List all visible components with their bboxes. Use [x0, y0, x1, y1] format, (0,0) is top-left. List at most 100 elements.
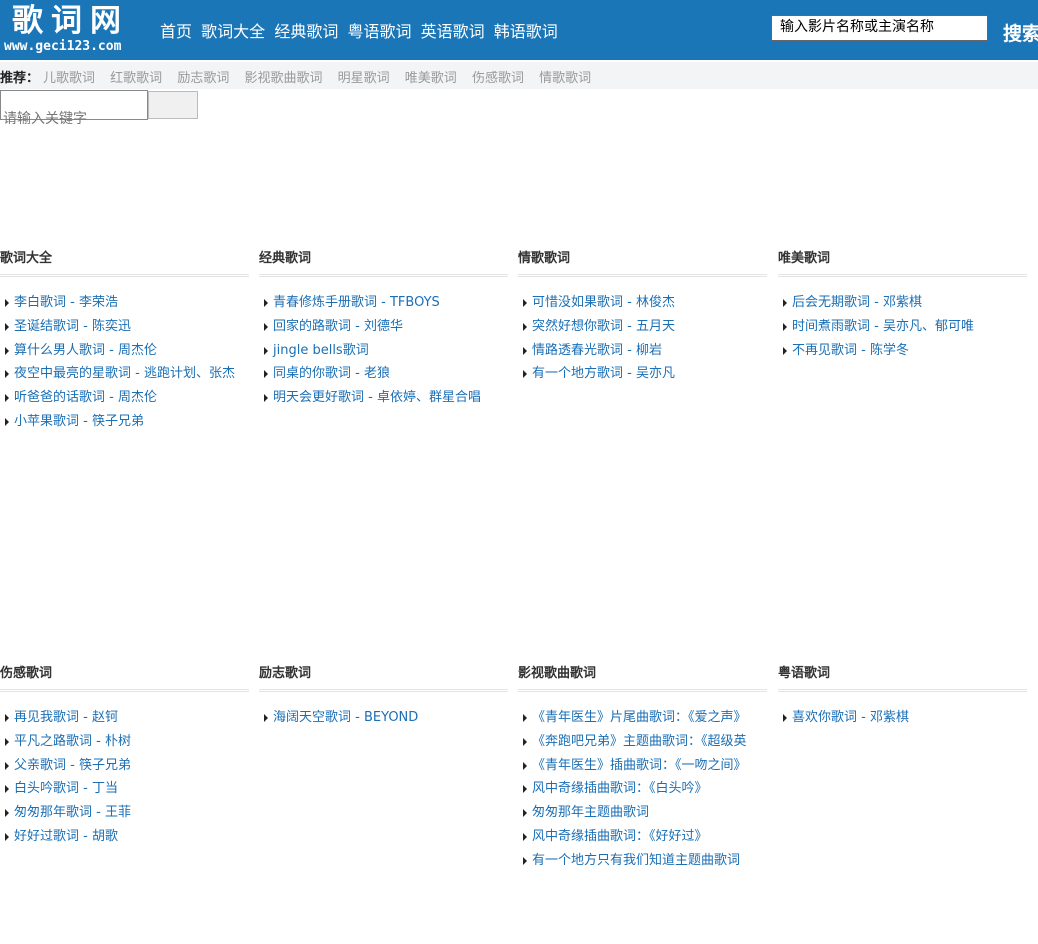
section-list: 《青年医生》片尾曲歌词：《爱之声》 《奔跑吧兄弟》主题曲歌词：《超级英 《青年医生》…	[518, 692, 767, 873]
bullet-arrow-icon	[523, 761, 527, 770]
bullet-arrow-icon	[5, 394, 9, 403]
lyrics-link[interactable]: 匆匆那年主题曲歌词	[532, 805, 649, 820]
logo-url: www.geci123.com	[4, 39, 122, 54]
recommend-link[interactable]: 儿歌歌词	[43, 71, 95, 86]
list-item: 小苹果歌词 - 筷子兄弟	[0, 410, 249, 434]
lyrics-link[interactable]: 算什么男人歌词 - 周杰伦	[14, 343, 157, 358]
keyword-search-button[interactable]	[148, 91, 198, 119]
bullet-arrow-icon	[264, 394, 268, 403]
nav-classic-lyrics[interactable]: 经典歌词	[274, 22, 338, 41]
lyrics-link[interactable]: jingle bells歌词	[273, 343, 369, 358]
lyrics-link[interactable]: 有一个地方只有我们知道主题曲歌词	[532, 853, 740, 868]
list-item: 好好过歌词 - 胡歌	[0, 825, 249, 849]
recommend-link[interactable]: 唯美歌词	[405, 71, 457, 86]
list-item: 情路透春光歌词 - 柳岩	[518, 339, 767, 363]
lyrics-link[interactable]: 青春修炼手册歌词 - TFBOYS	[273, 295, 440, 310]
lyrics-link[interactable]: 后会无期歌词 - 邓紫棋	[792, 295, 922, 310]
keyword-placeholder: 请输入关键字	[3, 111, 87, 127]
lyrics-link[interactable]: 听爸爸的话歌词 - 周杰伦	[14, 390, 157, 405]
bullet-arrow-icon	[523, 370, 527, 379]
section-title: 唯美歌词	[778, 250, 1027, 277]
recommend-link[interactable]: 影视歌曲歌词	[244, 71, 322, 86]
bullet-arrow-icon	[5, 809, 9, 818]
bullet-arrow-icon	[523, 322, 527, 331]
bullet-arrow-icon	[783, 346, 787, 355]
recommend-bar: 推荐： 儿歌歌词 红歌歌词 励志歌词 影视歌曲歌词 明星歌词 唯美歌词 伤感歌词…	[0, 62, 1038, 89]
lyrics-link[interactable]: 圣诞结歌词 - 陈奕迅	[14, 319, 131, 334]
list-item: 有一个地方歌词 - 吴亦凡	[518, 362, 767, 386]
bullet-arrow-icon	[523, 299, 527, 307]
movie-search-input[interactable]: 输入影片名称或主演名称	[771, 15, 988, 41]
bullet-arrow-icon	[5, 761, 9, 770]
lyrics-link[interactable]: 可惜没如果歌词 - 林俊杰	[532, 295, 675, 310]
lyrics-link[interactable]: 喜欢你歌词 - 邓紫棋	[792, 710, 909, 725]
lyrics-link[interactable]: 时间煮雨歌词 - 吴亦凡、郁可唯	[792, 319, 974, 334]
section-list: 后会无期歌词 - 邓紫棋时间煮雨歌词 - 吴亦凡、郁可唯 不再见歌词 - 陈学冬	[778, 277, 1027, 362]
bullet-arrow-icon	[783, 322, 787, 331]
lyrics-link[interactable]: 情路透春光歌词 - 柳岩	[532, 343, 662, 358]
bullet-arrow-icon	[783, 714, 787, 722]
recommend-link[interactable]: 伤感歌词	[472, 71, 524, 86]
lyrics-link[interactable]: 白头吟歌词 - 丁当	[14, 781, 118, 796]
lyrics-link[interactable]: 海阔天空歌词 - BEYOND	[273, 710, 418, 725]
bullet-arrow-icon	[523, 785, 527, 794]
list-item: 圣诞结歌词 - 陈奕迅	[0, 315, 249, 339]
lyrics-link[interactable]: 《奔跑吧兄弟》主题曲歌词：《超级英	[532, 734, 747, 749]
bullet-arrow-icon	[523, 714, 527, 722]
section-love-songs: 情歌歌词 可惜没如果歌词 - 林俊杰 突然好想你歌词 - 五月天 情路透春光歌词 - …	[518, 250, 767, 386]
lyrics-link[interactable]: 有一个地方歌词 - 吴亦凡	[532, 366, 675, 381]
lyrics-link[interactable]: 再见我歌词 - 赵钶	[14, 710, 118, 725]
section-list: 可惜没如果歌词 - 林俊杰 突然好想你歌词 - 五月天 情路透春光歌词 - 柳岩 有一…	[518, 277, 767, 386]
bullet-arrow-icon	[5, 832, 9, 841]
lyrics-link[interactable]: 李白歌词 - 李荣浩	[14, 295, 118, 310]
recommend-label: 推荐：	[0, 71, 40, 86]
lyrics-link[interactable]: 风中奇缘插曲歌词：《好好过》	[532, 829, 708, 844]
lyrics-link[interactable]: 突然好想你歌词 - 五月天	[532, 319, 675, 334]
recommend-link[interactable]: 励志歌词	[177, 71, 229, 86]
recommend-link[interactable]: 明星歌词	[338, 71, 390, 86]
bullet-arrow-icon	[523, 346, 527, 355]
lyrics-link[interactable]: 《青年医生》插曲歌词：《一吻之间》	[532, 758, 747, 773]
lyrics-link[interactable]: 匆匆那年歌词 - 王菲	[14, 805, 131, 820]
list-item: 喜欢你歌词 - 邓紫棋	[778, 706, 1027, 730]
list-item: 再见我歌词 - 赵钶	[0, 706, 249, 730]
list-item: 李白歌词 - 李荣浩	[0, 291, 249, 315]
section-list: 再见我歌词 - 赵钶 平凡之路歌词 - 朴树 父亲歌词 - 筷子兄弟 白头吟歌词 - …	[0, 692, 249, 849]
site-logo[interactable]: 歌词网 www.geci123.com	[4, 2, 148, 58]
nav-home[interactable]: 首页	[160, 22, 192, 41]
list-item: 青春修炼手册歌词 - TFBOYS	[259, 291, 508, 315]
section-inspirational: 励志歌词 海阔天空歌词 - BEYOND	[259, 665, 508, 730]
list-item: 同桌的你歌词 - 老狼	[259, 362, 508, 386]
section-title: 粤语歌词	[778, 665, 1027, 692]
lyrics-link[interactable]: 风中奇缘插曲歌词：《白头吟》	[532, 781, 708, 796]
lyrics-link[interactable]: 小苹果歌词 - 筷子兄弟	[14, 414, 144, 429]
nav-cantonese-lyrics[interactable]: 粤语歌词	[347, 22, 411, 41]
bullet-arrow-icon	[264, 322, 268, 331]
lyrics-link[interactable]: 《青年医生》片尾曲歌词：《爱之声》	[532, 710, 747, 725]
list-item: 平凡之路歌词 - 朴树	[0, 730, 249, 754]
bullet-arrow-icon	[5, 370, 9, 379]
bullet-arrow-icon	[523, 737, 527, 746]
lyrics-link[interactable]: 不再见歌词 - 陈学冬	[792, 343, 909, 358]
lyrics-link[interactable]: 平凡之路歌词 - 朴树	[14, 734, 131, 749]
lyrics-link[interactable]: 好好过歌词 - 胡歌	[14, 829, 118, 844]
lyrics-link[interactable]: 回家的路歌词 - 刘德华	[273, 319, 403, 334]
list-item: 明天会更好歌词 - 卓依婷、群星合唱	[259, 386, 508, 410]
section-classic: 经典歌词 青春修炼手册歌词 - TFBOYS 回家的路歌词 - 刘德华 jingle …	[259, 250, 508, 410]
search-button[interactable]: 搜索	[1003, 21, 1038, 47]
lyrics-link[interactable]: 父亲歌词 - 筷子兄弟	[14, 758, 131, 773]
nav-lyrics-all[interactable]: 歌词大全	[201, 22, 265, 41]
recommend-link[interactable]: 情歌歌词	[539, 71, 591, 86]
recommend-link[interactable]: 红歌歌词	[110, 71, 162, 86]
list-item: 《青年医生》插曲歌词：《一吻之间》	[518, 754, 767, 778]
lyrics-link[interactable]: 同桌的你歌词 - 老狼	[273, 366, 390, 381]
lyrics-link[interactable]: 夜空中最亮的星歌词 - 逃跑计划、张杰	[14, 366, 235, 381]
list-item: 时间煮雨歌词 - 吴亦凡、郁可唯	[778, 315, 1027, 339]
list-item: 风中奇缘插曲歌词：《白头吟》	[518, 777, 767, 801]
list-item: 风中奇缘插曲歌词：《好好过》	[518, 825, 767, 849]
bullet-arrow-icon	[5, 322, 9, 331]
nav-korean-lyrics[interactable]: 韩语歌词	[494, 22, 558, 41]
nav-english-lyrics[interactable]: 英语歌词	[421, 22, 485, 41]
main-nav: 首页 歌词大全 经典歌词 粤语歌词 英语歌词 韩语歌词	[160, 21, 563, 43]
lyrics-link[interactable]: 明天会更好歌词 - 卓依婷、群星合唱	[273, 390, 481, 405]
